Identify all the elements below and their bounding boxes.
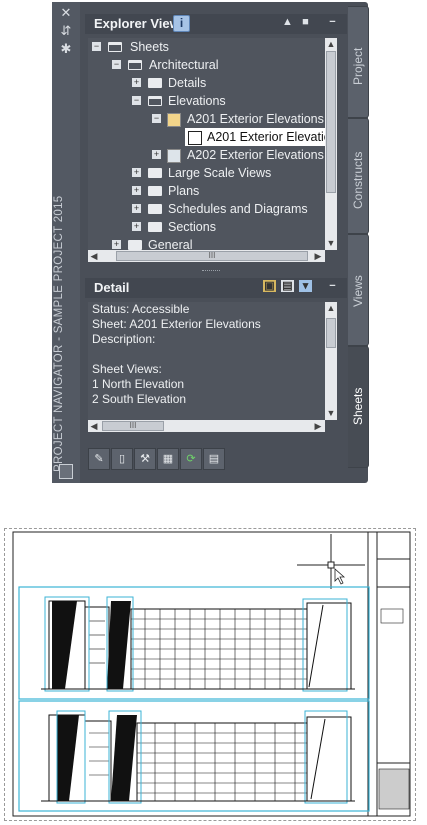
scroll-up-icon[interactable]: ▲ [326, 39, 336, 49]
expand-icon[interactable]: + [132, 204, 141, 213]
tree-label: General [148, 238, 193, 250]
expand-icon[interactable]: + [152, 150, 161, 159]
refresh-icon[interactable]: ⟳ [180, 448, 202, 470]
folder-icon [128, 240, 142, 250]
sheet-icon [167, 149, 181, 163]
tree-row-selected[interactable]: A201 Exterior Elevation [185, 128, 325, 146]
detail-sheet-views-label: Sheet Views: [92, 362, 162, 376]
tools-icon[interactable]: ⚒ [134, 448, 156, 470]
palette-menu-icon[interactable] [59, 464, 73, 479]
scroll-up-icon[interactable]: ▲ [326, 303, 336, 313]
scroll-down-icon[interactable]: ▼ [326, 238, 336, 248]
palette-title: PROJECT NAVIGATOR - SAMPLE PROJECT 2015 [53, 195, 65, 473]
drawing-sheet-layout[interactable] [4, 528, 416, 821]
tab-project-label: Project [351, 47, 365, 85]
tree-label: Details [168, 76, 207, 90]
scrollbar-thumb[interactable]: III [102, 421, 164, 431]
tree-label: Elevations [168, 94, 226, 108]
detail-vertical-scrollbar[interactable]: ▲ ▼ [325, 302, 337, 420]
sheet-icon[interactable]: ▯ [111, 448, 133, 470]
folder-icon [148, 222, 162, 232]
collapse-icon[interactable]: − [132, 96, 141, 105]
scroll-left-icon[interactable]: ◀ [89, 421, 99, 431]
tree-label: A201 Exterior Elevation [207, 130, 325, 144]
detail-status: Status: Accessible [92, 302, 190, 316]
panel-splitter[interactable] [202, 270, 220, 274]
close-icon[interactable]: ✕ [58, 6, 74, 20]
tab-sheets-label: Sheets [351, 387, 365, 425]
tree-label: Large Scale Views [168, 166, 272, 180]
south-elevation [41, 710, 355, 804]
layout-icon[interactable]: ▦ [157, 448, 179, 470]
detail-horizontal-scrollbar[interactable]: ◀ III ▶ [88, 420, 325, 432]
detail-view-2: 2 South Elevation [92, 392, 187, 406]
tab-project[interactable]: Project [348, 6, 369, 118]
tab-sheets[interactable]: Sheets [348, 346, 369, 468]
tree-label: Schedules and Diagrams [168, 202, 308, 216]
scrollbar-thumb[interactable] [326, 51, 336, 193]
detail-description: Description: [92, 332, 156, 346]
publish-icon[interactable]: ▤ [203, 448, 225, 470]
tree-label: Plans [168, 184, 200, 198]
expand-icon[interactable]: + [132, 78, 141, 87]
collapse-icon[interactable]: − [152, 114, 161, 123]
folder-open-icon [128, 60, 142, 70]
scroll-right-icon[interactable]: ▶ [313, 251, 323, 261]
expand-icon[interactable]: + [112, 240, 121, 249]
tree-vertical-scrollbar[interactable]: ▲ ▼ [325, 38, 337, 250]
sheet-view-icon [188, 131, 202, 145]
preview-icon[interactable]: ▣ [263, 280, 276, 292]
tab-constructs-label: Constructs [351, 151, 365, 209]
scroll-left-icon[interactable]: ◀ [89, 251, 99, 261]
properties-icon[interactable]: ✱ [58, 42, 74, 56]
minimize-icon[interactable]: − [326, 16, 339, 28]
sheet-set-icon[interactable]: ▲ [281, 16, 294, 28]
tab-views-label: Views [351, 275, 365, 307]
collapse-icon[interactable]: − [92, 42, 101, 51]
scroll-right-icon[interactable]: ▶ [313, 421, 323, 431]
tree-horizontal-scrollbar[interactable]: ◀ III ▶ [88, 250, 325, 262]
info-icon[interactable]: i [173, 15, 190, 32]
folder-icon [148, 186, 162, 196]
tree-label: A202 Exterior Elevations [187, 148, 324, 162]
options-icon[interactable]: ▾ [299, 280, 312, 292]
palette-title-strip: ✕ ⇵ ✱ PROJECT NAVIGATOR - SAMPLE PROJECT… [52, 2, 80, 483]
expand-icon[interactable]: + [132, 186, 141, 195]
tab-views[interactable]: Views [348, 234, 369, 346]
collapse-icon[interactable]: − [112, 60, 121, 69]
details-icon[interactable]: ▤ [281, 280, 294, 292]
scrollbar-thumb[interactable]: III [116, 251, 308, 261]
explorer-view-header: Explorer View i ▲ ■ − [85, 14, 347, 34]
autohide-icon[interactable]: ⇵ [58, 24, 74, 38]
folder-icon[interactable]: ■ [299, 16, 312, 28]
detail-sheet: Sheet: A201 Exterior Elevations [92, 317, 261, 331]
detail-header: Detail ▣ ▤ ▾ − [85, 278, 347, 298]
tree-label: Architectural [149, 58, 219, 72]
detail-panel: Status: Accessible Sheet: A201 Exterior … [88, 302, 325, 420]
folder-icon [148, 78, 162, 88]
sheet-icon [167, 113, 181, 127]
new-sheet-icon[interactable]: ✎ [88, 448, 110, 470]
scroll-down-icon[interactable]: ▼ [326, 408, 336, 418]
north-elevation [41, 596, 355, 692]
tree-label: Sheets [130, 40, 169, 54]
expand-icon[interactable]: + [132, 222, 141, 231]
folder-icon [148, 204, 162, 214]
sheet-drawing [12, 531, 411, 817]
sheet-tree[interactable]: − Sheets − Architectural + Details − Ele… [88, 38, 325, 250]
detail-title: Detail [94, 280, 130, 295]
minimize-icon[interactable]: − [326, 280, 339, 292]
detail-view-1: 1 North Elevation [92, 377, 185, 391]
project-navigator-palette: ✕ ⇵ ✱ PROJECT NAVIGATOR - SAMPLE PROJECT… [52, 2, 369, 483]
folder-open-icon [108, 42, 122, 52]
explorer-view-title: Explorer View [94, 16, 180, 31]
tree-label: Sections [168, 220, 216, 234]
folder-icon [148, 168, 162, 178]
folder-open-icon [148, 96, 162, 106]
scrollbar-thumb[interactable] [326, 318, 336, 348]
tree-label: A201 Exterior Elevations [187, 112, 324, 126]
expand-icon[interactable]: + [132, 168, 141, 177]
tab-constructs[interactable]: Constructs [348, 118, 369, 234]
